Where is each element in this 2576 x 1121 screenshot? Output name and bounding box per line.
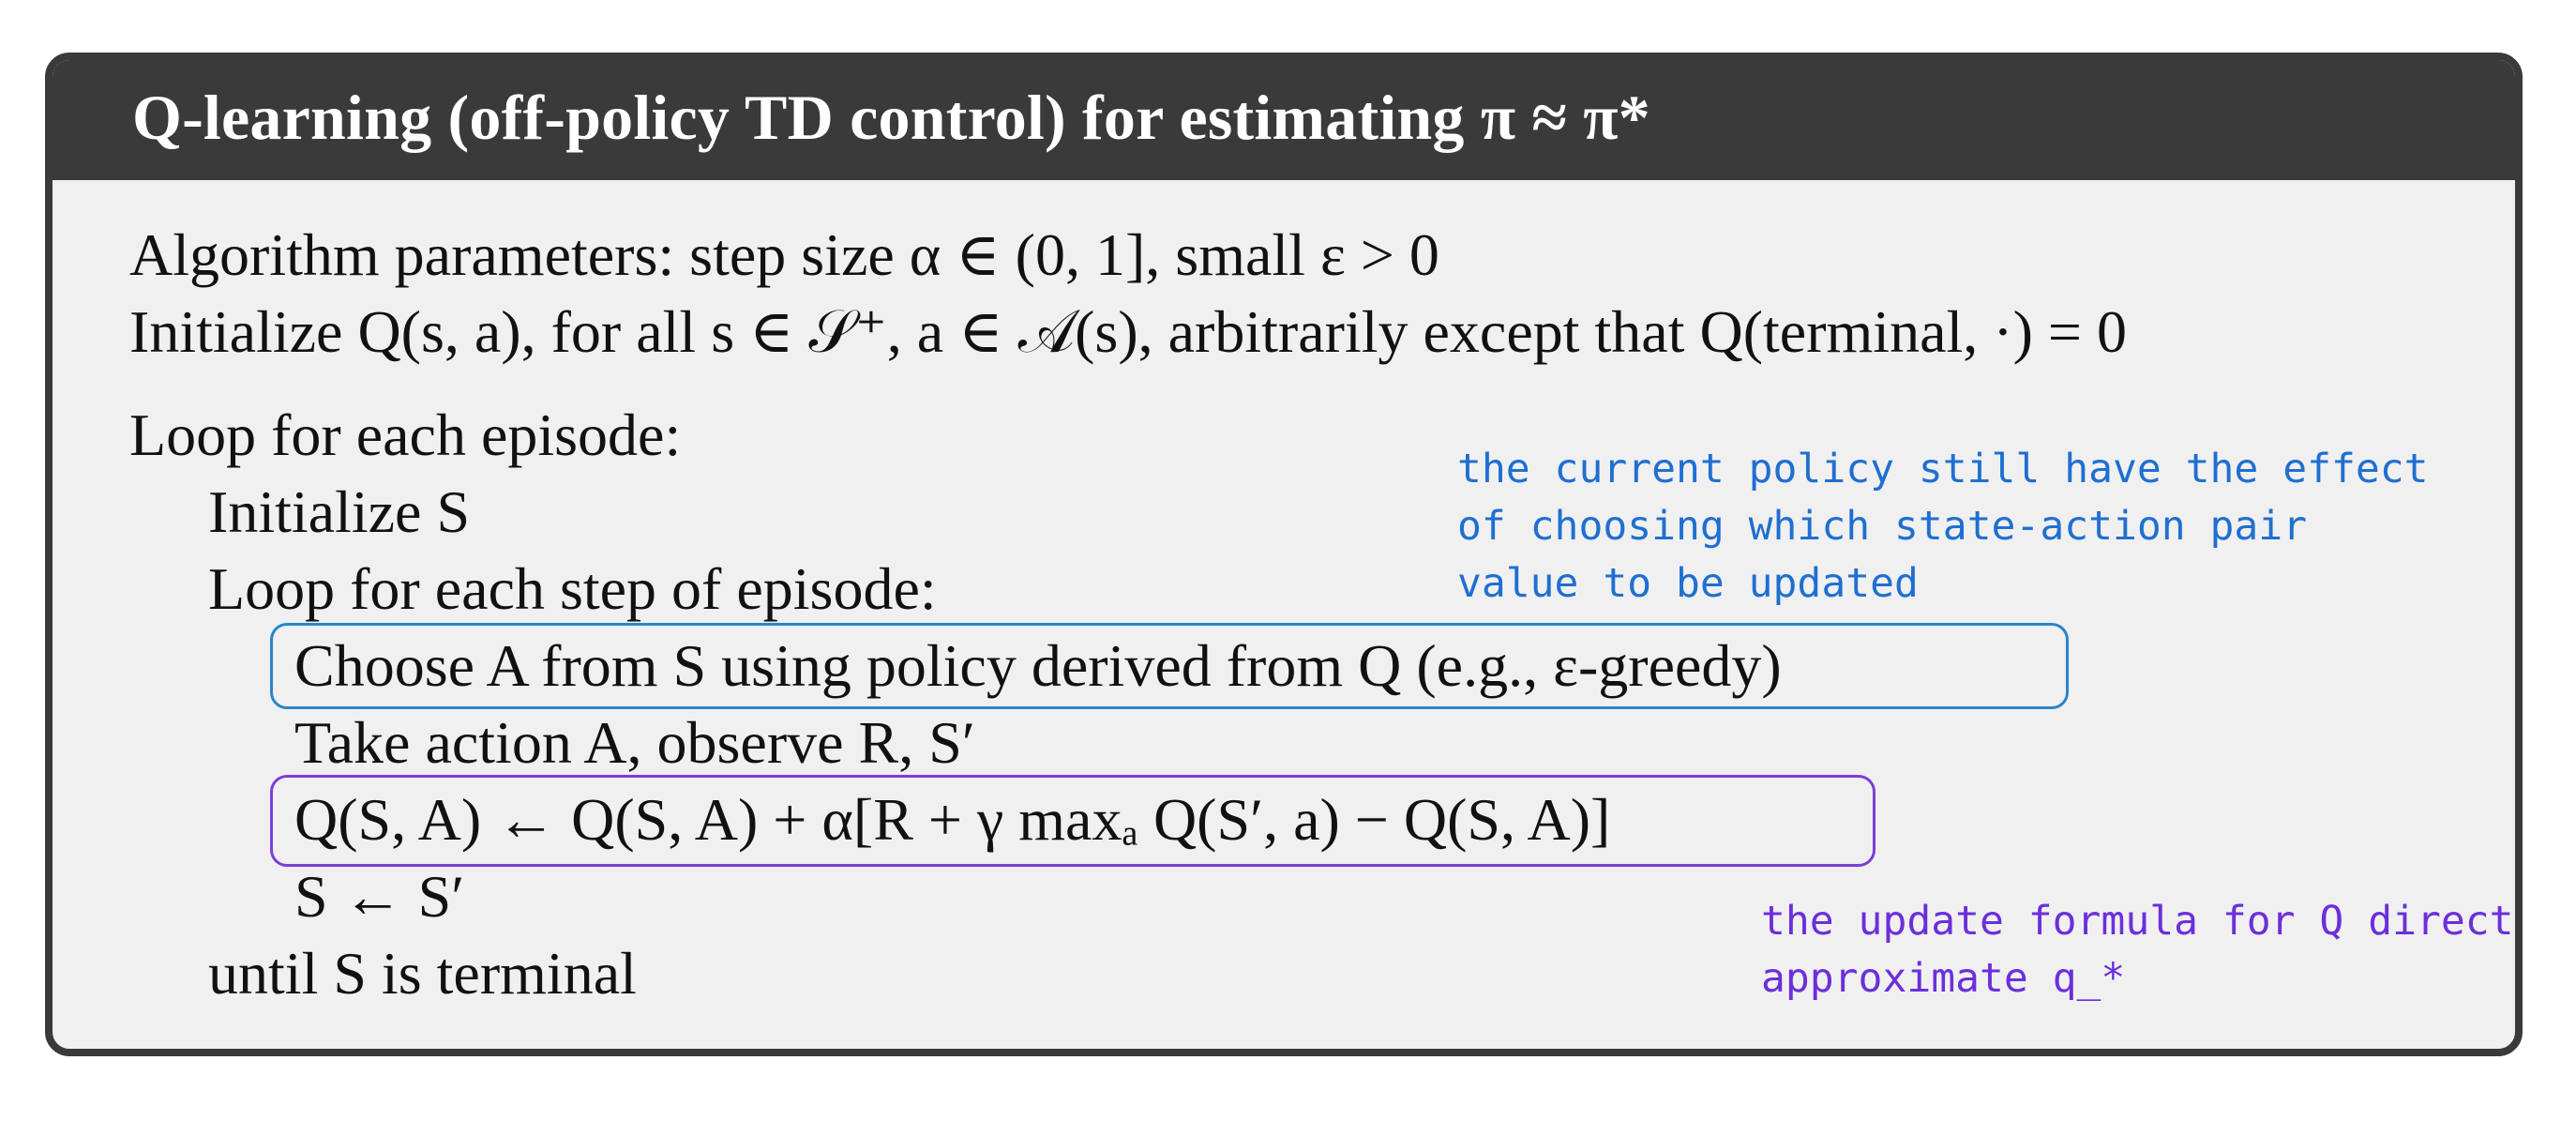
choose-line: Choose A from S using policy derived fro… (294, 632, 1782, 699)
algorithm-header: Q-learning (off-policy TD control) for e… (53, 60, 2515, 180)
algorithm-box: Q-learning (off-policy TD control) for e… (45, 53, 2523, 1056)
params-line: Algorithm parameters: step size α ∈ (0, … (129, 221, 1439, 288)
update-annotation: the update formula for Q directly approx… (1761, 898, 2515, 1002)
policy-annotation: the current policy still have the effect… (1457, 446, 2429, 607)
algorithm-title: Q-learning (off-policy TD control) for e… (132, 82, 1650, 153)
assign-line: S ← S′ (294, 863, 465, 930)
take-action-line: Take action A, observe R, S′ (294, 709, 975, 776)
update-line: Q(S, A) ← Q(S, A) + α[R + γ maxₐ Q(S′, a… (294, 786, 1611, 853)
init-q-line: Initialize Q(s, a), for all s ∈ 𝒮⁺, a ∈ … (129, 298, 2127, 365)
loop-step-line: Loop for each step of episode: (208, 555, 937, 622)
init-s-line: Initialize S (208, 478, 471, 545)
until-line: until S is terminal (208, 940, 637, 1007)
loop-episode-line: Loop for each episode: (129, 401, 682, 468)
